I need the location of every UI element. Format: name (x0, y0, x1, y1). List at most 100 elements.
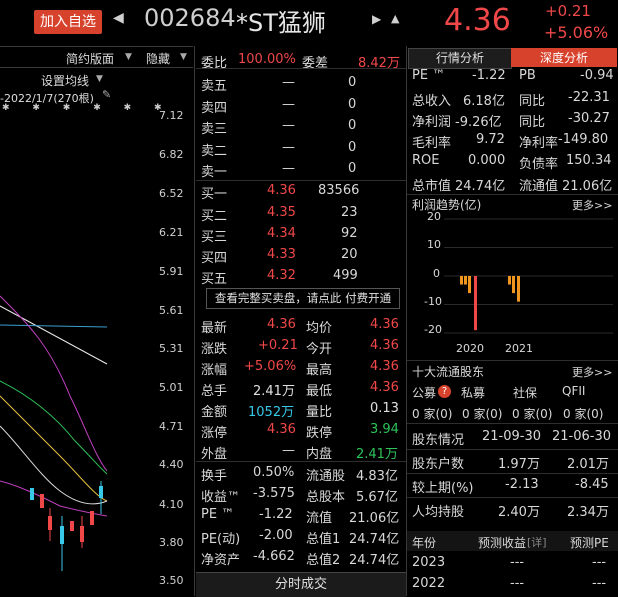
y-tick: 6.52 (159, 187, 184, 200)
holder-stat-value: 2.34万 (567, 505, 609, 520)
y-tick: 4.40 (159, 458, 184, 471)
divider (196, 68, 406, 69)
quote-label: 最高 (306, 363, 333, 378)
fin-label: 总收入 (412, 94, 452, 109)
quote-value: -3.575 (253, 486, 295, 501)
ask-label: 卖四 (201, 101, 228, 116)
candles (30, 481, 103, 571)
quote-label: 总值1 (306, 532, 341, 547)
quote-value: 4.36 (267, 422, 296, 437)
chevron-down-icon[interactable]: ▼ (180, 52, 187, 62)
y-tick: 3.50 (159, 574, 184, 587)
divider (196, 461, 406, 462)
holder-count: 0 家(0) (512, 407, 553, 421)
ask-price: — (282, 118, 295, 133)
quote-value: -4.662 (253, 549, 295, 564)
alert-icon[interactable]: ▲ (391, 12, 399, 25)
quote-label: 流值 (306, 511, 333, 526)
ask-label: 卖五 (201, 79, 228, 94)
quote-value: 0.50% (253, 465, 295, 480)
ma-line-green (0, 380, 108, 475)
y-tick: 5.01 (159, 381, 184, 394)
ask-volume: 0 (348, 118, 357, 133)
forecast-detail-link[interactable]: [详] (527, 534, 547, 550)
forecast-eps: --- (510, 555, 525, 570)
full-orderbook-button[interactable]: 查看完整买卖盘，请点此 付费开通 (206, 288, 400, 309)
chevron-down-icon[interactable]: ▼ (125, 52, 132, 62)
quote-value: 5.67亿 (356, 490, 398, 505)
bid-volume: 499 (333, 268, 358, 283)
tick-trades-tab[interactable]: 分时成交 (196, 572, 406, 597)
fin-value: 0.000 (468, 153, 506, 168)
forecast-eps: --- (510, 576, 525, 591)
ma-line-magenta (0, 295, 108, 472)
tab-deep-analysis[interactable]: 深度分析 (511, 48, 617, 67)
forecast-year: 2023 (412, 555, 446, 570)
chevron-down-icon[interactable]: ▼ (96, 74, 103, 84)
set-ma-button[interactable]: 设置均线 (41, 72, 89, 89)
quote-value: 21.06亿 (349, 511, 400, 526)
quote-value: 24.74亿 (349, 553, 400, 568)
price-change: +0.21 (545, 2, 591, 20)
fin-label: ROE (412, 153, 440, 168)
quote-value: 3.94 (370, 422, 399, 437)
ask-price: — (282, 97, 295, 112)
ask-price: — (282, 140, 295, 155)
profit-y-tick: -20 (424, 323, 442, 336)
prev-stock-icon[interactable]: ◀ (113, 10, 124, 26)
y-tick: 5.31 (159, 342, 184, 355)
kline-chart[interactable] (0, 96, 156, 596)
bid-label: 买一 (201, 187, 228, 202)
ma-line-magenta-2 (0, 480, 108, 517)
quote-value: 24.74亿 (349, 532, 400, 547)
forecast-col: 年份 (412, 536, 437, 550)
ma-line-blue (0, 324, 108, 328)
bid-price: 4.33 (267, 247, 296, 262)
fin-value: 21.06亿 (562, 179, 613, 194)
y-tick: 5.91 (159, 265, 184, 278)
top-holders-title: 十大流通股东 (412, 365, 485, 379)
quote-label: 总手 (201, 384, 228, 399)
divider (196, 180, 406, 181)
bid-label: 买四 (201, 251, 228, 266)
forecast-pe: --- (592, 576, 607, 591)
bid-volume: 23 (341, 205, 358, 220)
holders-more-link[interactable]: 更多>> (572, 364, 612, 380)
ask-volume: 0 (348, 140, 357, 155)
fin-label: PB (519, 68, 536, 83)
divider (407, 360, 618, 361)
profit-bar (460, 276, 463, 285)
price-change-percent: +5.06% (544, 23, 609, 42)
ask-volume: 0 (348, 97, 357, 112)
quote-value: 1052万 (248, 405, 295, 420)
fin-label: 同比 (519, 94, 546, 109)
forecast-col: 预测收益 (478, 536, 527, 550)
fin-label: PE ™ (412, 68, 446, 83)
holder-stat-value: 21-09-30 (482, 429, 542, 444)
y-tick: 4.71 (159, 420, 184, 433)
profit-y-tick: 10 (427, 238, 441, 251)
fin-value: 9.72 (476, 132, 505, 147)
bid-volume: 83566 (318, 183, 360, 198)
holder-type: QFII (562, 384, 586, 398)
holder-type: 公募 (412, 386, 437, 400)
y-tick: 4.10 (159, 498, 184, 511)
hide-tab[interactable]: 隐藏 (146, 50, 170, 67)
fin-label: 同比 (519, 115, 546, 130)
ask-price: — (282, 75, 295, 90)
quote-label: PE(动) (201, 532, 241, 547)
add-watchlist-button[interactable]: 加入自选 (34, 10, 102, 34)
y-tick: 6.21 (159, 226, 184, 239)
tab-quote-analysis[interactable]: 行情分析 (408, 48, 512, 69)
simple-layout-tab[interactable]: 简约版面 (66, 50, 114, 67)
holder-stat-label: 人均持股 (412, 505, 465, 520)
fin-label: 流通值 (519, 179, 559, 194)
next-stock-icon[interactable]: ▶ (372, 12, 381, 26)
bid-price: 4.36 (267, 183, 296, 198)
fin-value: -1.22 (472, 68, 506, 83)
quote-value: 2.41万 (356, 447, 398, 462)
divider (407, 449, 618, 450)
help-icon[interactable]: ? (438, 385, 451, 398)
stock-code: 002684 (144, 4, 236, 32)
bid-label: 买二 (201, 209, 228, 224)
